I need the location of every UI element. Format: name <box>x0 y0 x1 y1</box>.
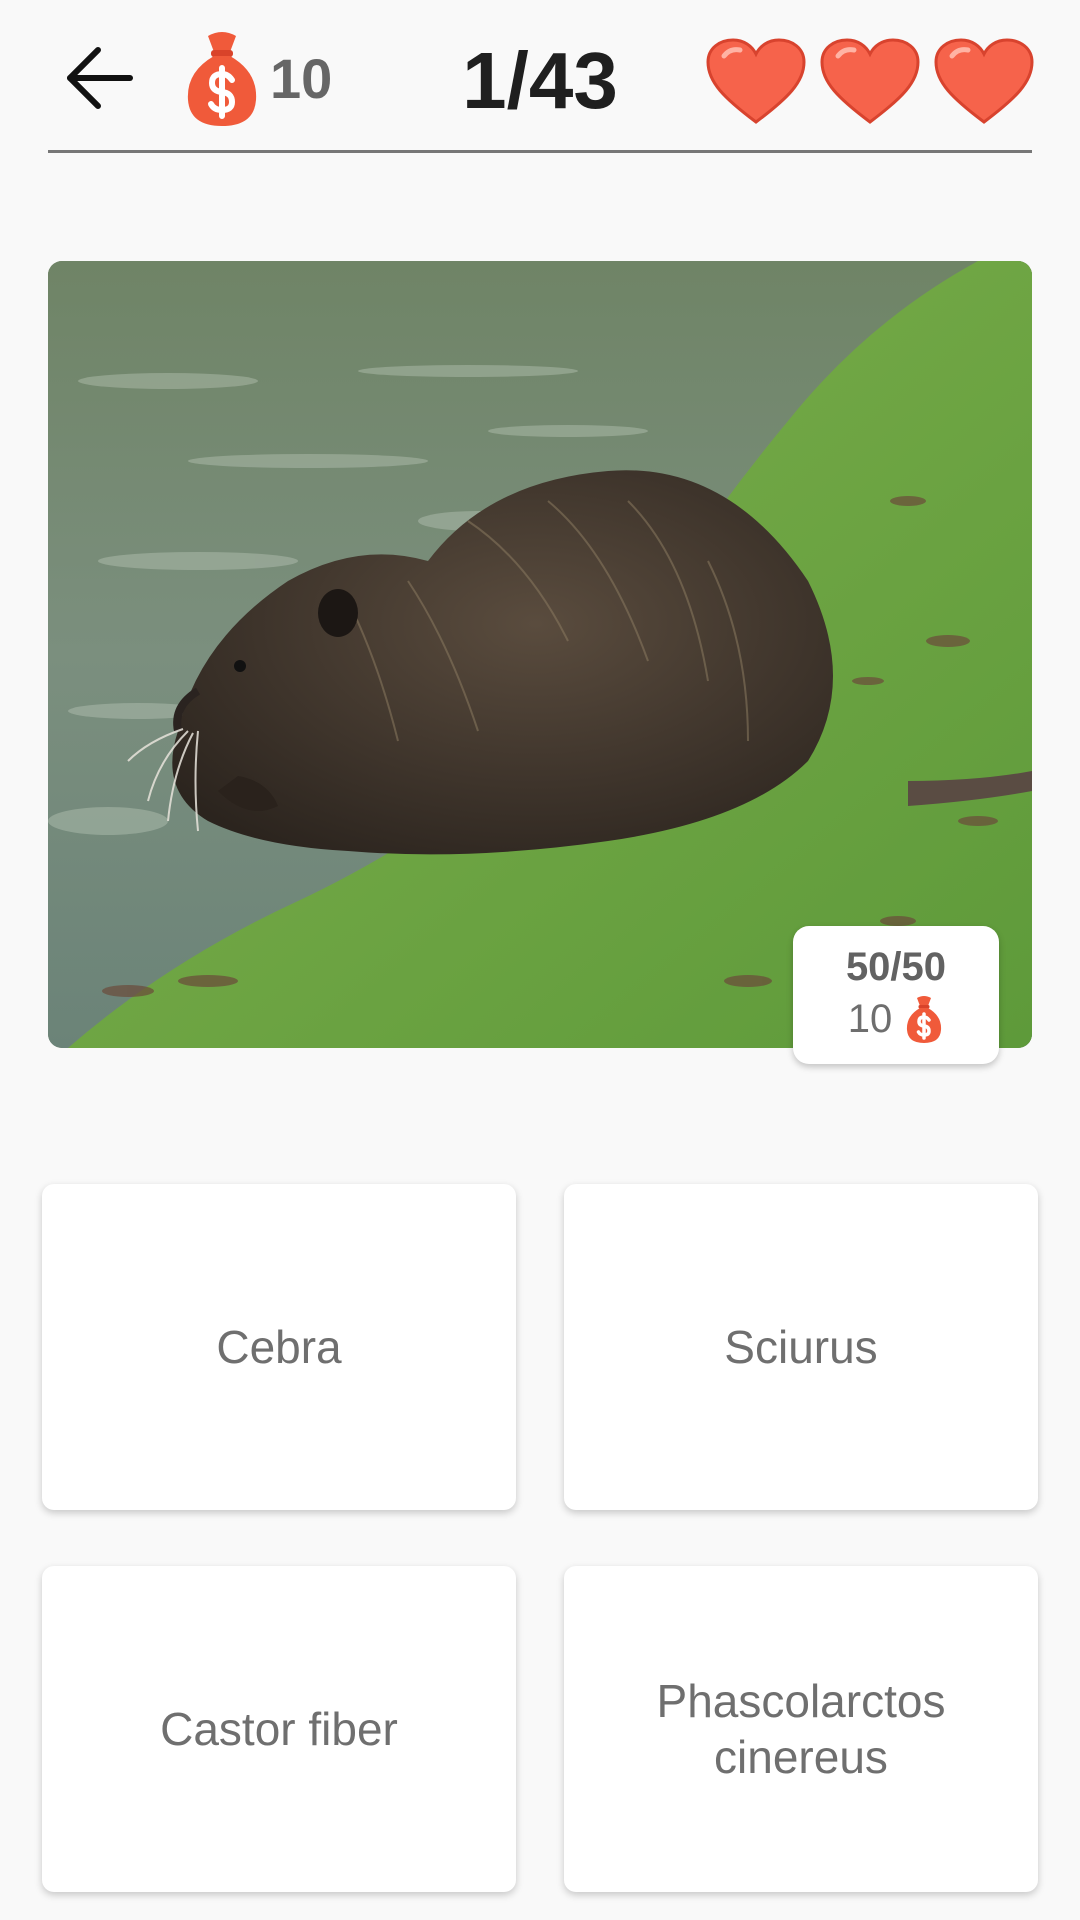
heart-icon <box>706 38 806 124</box>
arrow-left-icon <box>67 47 133 109</box>
badge-reward-value: 10 <box>847 997 893 1041</box>
answer-option-1[interactable]: Cebra <box>42 1184 516 1510</box>
heart-icon <box>934 38 1034 124</box>
coin-balance: 10 <box>182 26 332 130</box>
answer-option-3[interactable]: Castor fiber <box>42 1566 516 1892</box>
back-button[interactable] <box>58 36 142 120</box>
top-bar: 10 1/43 <box>0 0 1080 153</box>
question-progress: 1/43 <box>462 36 618 125</box>
answer-option-4[interactable]: Phascolarctos cinereus <box>564 1566 1038 1892</box>
score-badge: 50/50 10 <box>793 926 999 1064</box>
header-divider <box>48 150 1032 153</box>
coin-count: 10 <box>270 46 333 110</box>
badge-score: 50/50 <box>845 945 947 989</box>
money-bag-icon <box>187 32 257 126</box>
heart-icon <box>820 38 920 124</box>
badge-reward: 10 <box>793 994 999 1044</box>
money-bag-icon <box>907 996 942 1043</box>
lives <box>706 38 1034 124</box>
answer-option-2[interactable]: Sciurus <box>564 1184 1038 1510</box>
